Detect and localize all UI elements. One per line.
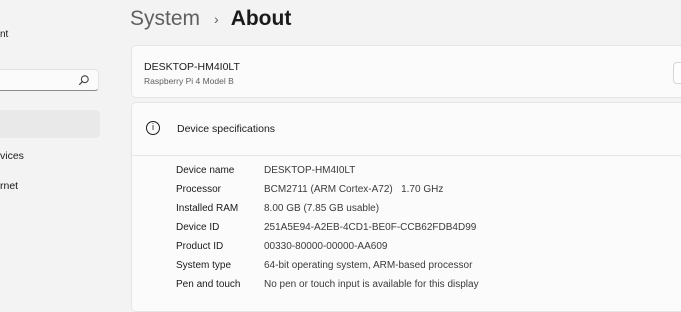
spec-value: BCM2711 (ARM Cortex-A72) 1.70 GHz — [264, 184, 444, 195]
spec-row-processor: Processor BCM2711 (ARM Cortex-A72) 1.70 … — [132, 184, 681, 203]
spec-row-device-id: Device ID 251A5E94-A2EB-4CD1-BE0F-CCB62F… — [132, 222, 681, 241]
device-card: DESKTOP-HM4I0LT Raspberry Pi 4 Model B — [131, 45, 681, 98]
sidebar: nt vices rnet — [0, 0, 112, 295]
spec-label: Installed RAM — [176, 203, 239, 214]
spec-label: Device ID — [176, 222, 220, 233]
breadcrumb: System › About — [130, 5, 291, 33]
search-input[interactable] — [0, 70, 83, 90]
page-title: About — [230, 7, 292, 30]
spec-row-installed-ram: Installed RAM 8.00 GB (7.85 GB usable) — [132, 203, 681, 222]
sidebar-item-devices[interactable]: vices — [0, 150, 24, 162]
device-name: DESKTOP-HM4I0LT — [144, 61, 240, 73]
spec-value: 251A5E94-A2EB-4CD1-BE0F-CCB62FDB4D99 — [264, 222, 477, 233]
search-icon — [79, 75, 89, 85]
spec-label: Processor — [176, 184, 222, 195]
spec-label: Device name — [176, 165, 235, 176]
device-specifications-header[interactable]: i Device specifications — [132, 103, 681, 156]
spec-value: 8.00 GB (7.85 GB usable) — [264, 203, 380, 214]
spec-value: No pen or touch input is available for t… — [264, 279, 479, 290]
section-title: Device specifications — [177, 123, 276, 135]
device-specifications-card: i Device specifications Device name DESK… — [131, 102, 681, 312]
spec-label: System type — [176, 260, 232, 271]
device-model: Raspberry Pi 4 Model B — [144, 76, 234, 86]
spec-row-product-id: Product ID 00330-80000-00000-AA609 — [132, 241, 681, 260]
spec-row-device-name: Device name DESKTOP-HM4I0LT — [132, 165, 681, 184]
rename-pc-button[interactable] — [673, 62, 681, 84]
settings-search-box[interactable] — [0, 69, 99, 91]
sidebar-item-selected[interactable] — [0, 110, 100, 138]
breadcrumb-system[interactable]: System — [130, 7, 200, 31]
spec-value: 00330-80000-00000-AA609 — [264, 241, 388, 252]
account-name[interactable]: nt — [0, 29, 8, 40]
spec-value: 64-bit operating system, ARM-based proce… — [264, 260, 473, 271]
spec-row-system-type: System type 64-bit operating system, ARM… — [132, 260, 681, 279]
spec-label: Product ID — [176, 241, 224, 252]
sidebar-item-network[interactable]: rnet — [0, 180, 18, 192]
chevron-right-icon: › — [214, 11, 219, 27]
spec-row-pen-and-touch: Pen and touch No pen or touch input is a… — [132, 279, 681, 298]
spec-label: Pen and touch — [176, 279, 241, 290]
info-icon: i — [146, 121, 160, 135]
spec-value: DESKTOP-HM4I0LT — [264, 165, 356, 176]
